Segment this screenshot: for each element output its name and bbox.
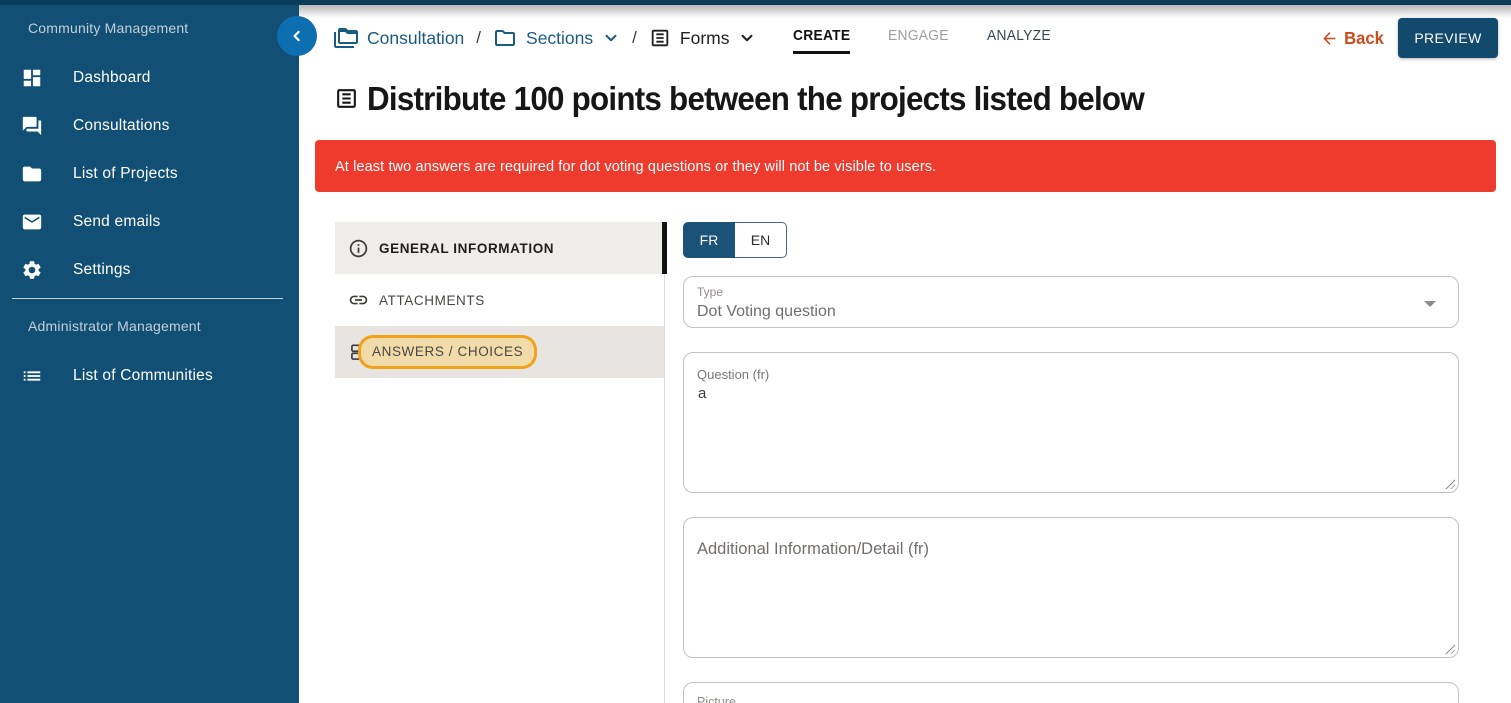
- alert-banner: At least two answers are required for do…: [315, 140, 1496, 192]
- forum-icon: [20, 114, 44, 138]
- back-label: Back: [1344, 27, 1384, 48]
- resize-handle-icon[interactable]: [1444, 478, 1455, 489]
- sidebar-item-label: Send emails: [73, 213, 161, 230]
- sidebar-item-label: List of Communities: [73, 367, 213, 384]
- question-value: a: [698, 385, 707, 402]
- breadcrumb-separator: /: [476, 28, 482, 47]
- chevron-down-icon: [738, 29, 756, 47]
- sidebar-item-list-of-communities[interactable]: List of Communities: [0, 352, 299, 400]
- back-button[interactable]: Back: [1320, 28, 1384, 49]
- gear-icon: [20, 258, 44, 282]
- sidebar-section-administrator-management: Administrator Management: [28, 318, 201, 334]
- info-icon: [348, 238, 369, 259]
- sidebar-item-consultations[interactable]: Consultations: [0, 102, 299, 150]
- folder-icon: [20, 162, 44, 186]
- question-label: Question (fr): [697, 367, 770, 382]
- breadcrumb-label: Consultation: [367, 27, 465, 48]
- section-tab-label: GENERAL INFORMATION: [379, 240, 555, 256]
- breadcrumb-separator: /: [632, 28, 637, 47]
- dashboard-icon: [20, 66, 44, 90]
- chevron-down-icon: [602, 29, 620, 47]
- type-label: Type: [697, 285, 724, 299]
- sidebar-item-dashboard[interactable]: Dashboard: [0, 54, 299, 102]
- sidebar-item-list-of-projects[interactable]: List of Projects: [0, 150, 299, 198]
- folder-icon: [493, 26, 517, 50]
- sidebar-item-label: Settings: [73, 261, 131, 278]
- picture-label: Picture: [697, 695, 736, 703]
- sidebar: Community Management Dashboard Consultat…: [0, 0, 299, 703]
- sidebar-divider: [12, 298, 283, 299]
- top-bar: [0, 0, 1511, 5]
- collapse-sidebar-button[interactable]: [277, 16, 317, 56]
- breadcrumb-label: Sections: [526, 27, 594, 48]
- main-content: Consultation / Sections / Forms CREATE E…: [299, 0, 1511, 703]
- page-title-row: Distribute 100 points between the projec…: [334, 80, 1185, 118]
- picture-field[interactable]: Picture: [683, 682, 1459, 703]
- breadcrumb-item-forms[interactable]: Forms: [649, 27, 757, 49]
- type-select[interactable]: Type Dot Voting question: [683, 276, 1459, 328]
- list-icon: [20, 364, 44, 388]
- language-tabs: FR EN: [683, 222, 1459, 258]
- additional-info-textarea[interactable]: Additional Information/Detail (fr): [683, 517, 1459, 658]
- tab-attachments[interactable]: ATTACHMENTS: [335, 274, 664, 326]
- breadcrumb-label: Forms: [679, 27, 730, 48]
- sidebar-item-send-emails[interactable]: Send emails: [0, 198, 299, 246]
- breadcrumb-item-consultation[interactable]: Consultation: [334, 26, 464, 50]
- email-icon: [20, 210, 44, 234]
- sidebar-item-label: Consultations: [73, 117, 170, 134]
- tab-answers-choices[interactable]: ANSWERS / CHOICES: [335, 326, 664, 378]
- preview-button[interactable]: PREVIEW: [1398, 18, 1498, 58]
- breadcrumb-item-sections[interactable]: Sections: [493, 26, 620, 50]
- header-tabs: CREATE ENGAGE ANALYZE: [793, 27, 1057, 54]
- chevron-left-icon: [287, 26, 307, 46]
- tab-analyze[interactable]: ANALYZE: [987, 27, 1051, 54]
- resize-handle-icon[interactable]: [1444, 643, 1455, 654]
- active-tab-indicator: [662, 222, 667, 274]
- sidebar-section-community-management: Community Management: [28, 20, 189, 36]
- section-tab-label: ANSWERS / CHOICES: [372, 344, 524, 359]
- section-tabs: GENERAL INFORMATION ATTACHMENTS ANSWERS …: [335, 222, 667, 703]
- sidebar-item-settings[interactable]: Settings: [0, 246, 299, 294]
- lang-tab-en[interactable]: EN: [735, 222, 787, 258]
- focus-ring: ANSWERS / CHOICES: [358, 335, 538, 369]
- document-icon: [334, 86, 359, 111]
- document-icon: [649, 27, 671, 49]
- folder-copy-icon: [334, 26, 358, 50]
- tab-engage[interactable]: ENGAGE: [888, 27, 949, 54]
- section-tab-label: ATTACHMENTS: [379, 292, 485, 308]
- sidebar-item-label: Dashboard: [73, 69, 151, 86]
- arrow-left-icon: [1320, 29, 1338, 48]
- type-value: Dot Voting question: [697, 303, 836, 320]
- question-form: FR EN Type Dot Voting question Question …: [683, 222, 1459, 703]
- page-title: Distribute 100 points between the projec…: [367, 80, 1145, 117]
- breadcrumb: Consultation / Sections / Forms: [334, 24, 756, 52]
- tab-create[interactable]: CREATE: [793, 27, 851, 54]
- dropdown-arrow-icon: [1424, 301, 1436, 307]
- alert-text: At least two answers are required for do…: [335, 157, 937, 175]
- additional-info-label: Additional Information/Detail (fr): [697, 540, 930, 558]
- sidebar-item-label: List of Projects: [73, 165, 178, 182]
- link-icon: [348, 290, 369, 311]
- tab-general-information[interactable]: GENERAL INFORMATION: [335, 222, 667, 274]
- lang-tab-fr[interactable]: FR: [683, 222, 735, 258]
- header-actions: Back PREVIEW: [1317, 18, 1498, 58]
- question-textarea[interactable]: Question (fr) a: [683, 352, 1459, 493]
